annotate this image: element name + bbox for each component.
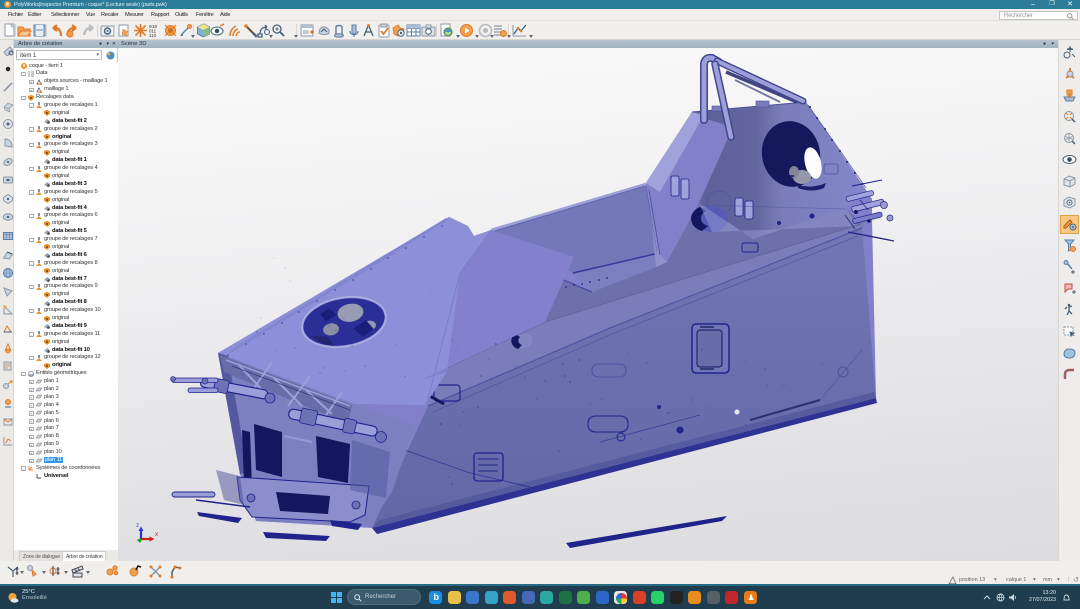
- svg-text:110: 110: [149, 33, 157, 38]
- svg-text:x: x: [155, 531, 159, 538]
- svg-text:z: z: [136, 522, 139, 529]
